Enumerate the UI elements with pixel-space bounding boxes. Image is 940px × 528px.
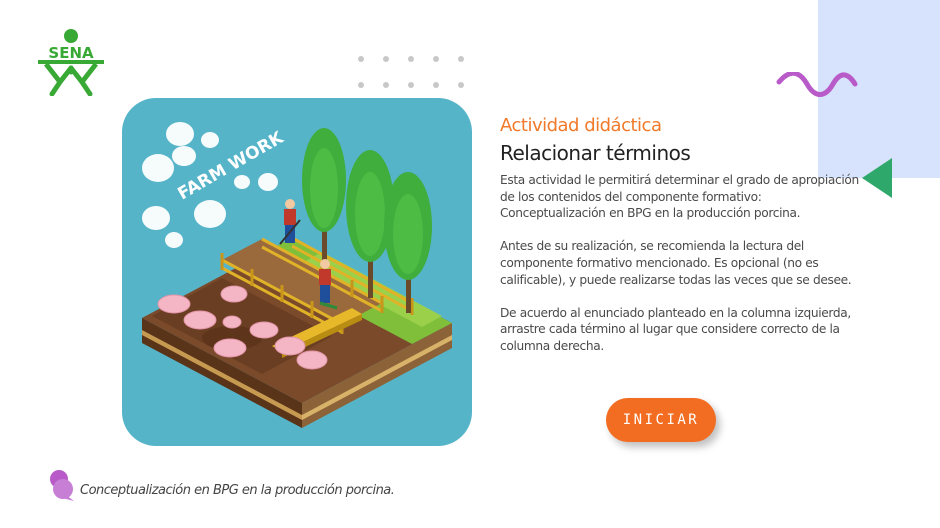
activity-heading: Actividad didáctica Relacionar términos bbox=[500, 114, 860, 168]
activity-title: Relacionar términos bbox=[500, 141, 691, 165]
farm-illustration: FARM WORK bbox=[122, 98, 472, 446]
speech-bubble-icon bbox=[50, 470, 74, 501]
instruction-paragraph: Antes de su realización, se recomienda l… bbox=[500, 239, 852, 287]
activity-type-label: Actividad didáctica bbox=[500, 115, 662, 136]
sena-logo: SENA bbox=[38, 29, 104, 96]
wave-decoration bbox=[776, 72, 858, 97]
instruction-paragraph: De acuerdo al enunciado planteado en la … bbox=[500, 305, 851, 353]
start-button[interactable]: INICIAR bbox=[606, 398, 716, 442]
footer-course-label: Conceptualización en BPG en la producció… bbox=[48, 468, 395, 504]
svg-text:SENA: SENA bbox=[48, 44, 94, 62]
footer-text: Conceptualización en BPG en la producció… bbox=[80, 482, 395, 498]
activity-instructions: Esta actividad le permitirá determinar e… bbox=[500, 172, 860, 371]
triangle-decoration bbox=[862, 158, 892, 198]
instruction-paragraph: Esta actividad le permitirá determinar e… bbox=[500, 173, 859, 221]
